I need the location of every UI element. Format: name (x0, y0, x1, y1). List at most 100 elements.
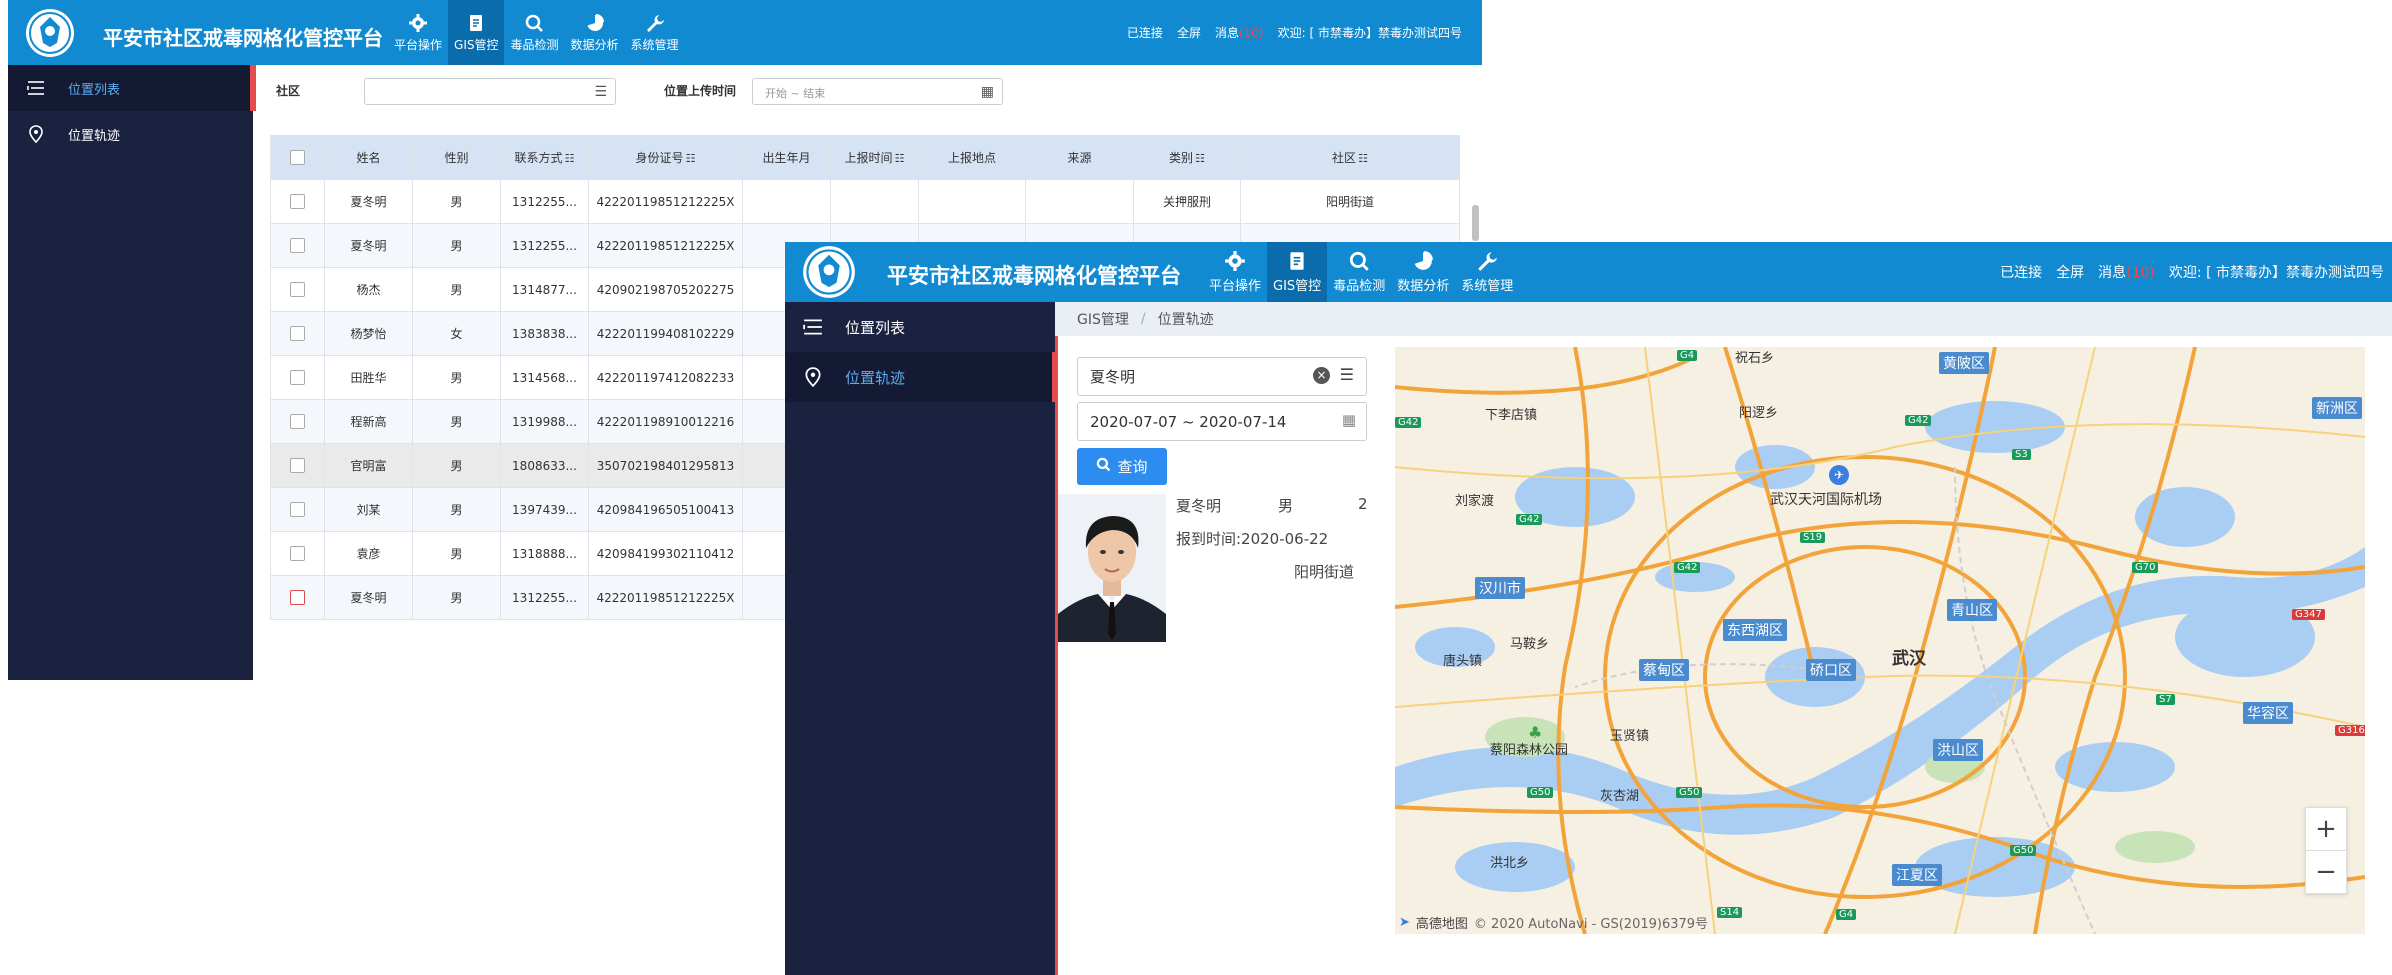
district-label[interactable]: 硚口区 (1806, 659, 1856, 681)
column-header[interactable]: 性别 (412, 135, 501, 180)
nav-drug-testing[interactable]: 毒品检测 (504, 0, 564, 65)
district-label[interactable]: 洪山区 (1933, 739, 1983, 761)
sidebar-item-location-track[interactable]: 位置轨迹 (8, 111, 253, 157)
nav-system-management[interactable]: 系统管理 (1455, 242, 1519, 302)
nav-gis-control[interactable]: GIS管控 (1267, 242, 1328, 302)
row-checkbox[interactable] (290, 414, 305, 429)
district-label[interactable]: 蔡甸区 (1639, 659, 1689, 681)
road-shield: S19 (1800, 532, 1826, 543)
column-header[interactable]: 来源 (1025, 135, 1134, 180)
menu-icon[interactable]: ☰ (1340, 365, 1354, 384)
clear-icon[interactable]: × (1313, 367, 1330, 384)
column-header[interactable]: 社区 ☷ (1240, 135, 1460, 180)
row-select-cell (270, 179, 325, 224)
upload-time-range-input[interactable]: 开始 ~ 结束 ▦ (752, 78, 1003, 105)
table-row[interactable]: 夏冬明男 1312255... 42220119851212225X 关押服刑 阳明街道 (270, 179, 1460, 224)
road-shield: G4 (1836, 909, 1857, 920)
sort-icon[interactable]: ☷ (565, 152, 575, 165)
query-button[interactable]: 查询 (1077, 448, 1167, 485)
column-header[interactable]: 出生年月 (742, 135, 831, 180)
person-search-input[interactable]: 夏冬明 × ☰ (1077, 357, 1367, 396)
message-count: (10) (1238, 26, 1264, 40)
district-label[interactable]: 新洲区 (2312, 397, 2362, 419)
sidebar-item-location-list[interactable]: 位置列表 (8, 65, 253, 111)
nav-label: GIS管控 (1273, 279, 1322, 294)
upload-time-placeholder: 开始 ~ 结束 (765, 87, 826, 100)
district-label[interactable]: 东西湖区 (1723, 619, 1787, 641)
table-cell-id: 422201197412082233 (588, 355, 743, 400)
district-label[interactable]: 华容区 (2243, 702, 2293, 724)
column-header-label: 联系方式 (514, 151, 563, 165)
road-shield: S7 (2156, 694, 2175, 705)
table-cell-phone: 1808633... (500, 443, 589, 488)
top-nav-bar: 平安市社区戒毒网格化管控平台 平台操作 GIS管控 毒品检测 数据分析 系统管理 (8, 0, 1482, 65)
nav-system-management[interactable]: 系统管理 (625, 0, 685, 65)
nav-label: 系统管理 (630, 37, 679, 52)
sort-icon[interactable]: ☷ (1358, 152, 1368, 165)
row-checkbox[interactable] (290, 370, 305, 385)
table-scrollbar[interactable] (1472, 205, 1479, 241)
district-label[interactable]: 黄陂区 (1939, 352, 1989, 374)
nav-data-analysis[interactable]: 数据分析 (1391, 242, 1455, 302)
row-select-cell (270, 399, 325, 444)
row-checkbox[interactable] (290, 238, 305, 253)
nav-gis-control[interactable]: GIS管控 (448, 0, 505, 65)
fullscreen-link[interactable]: 全屏 (1177, 24, 1201, 41)
nav-data-analysis[interactable]: 数据分析 (565, 0, 625, 65)
messages-link[interactable]: 消息(10) (2098, 262, 2155, 282)
column-header[interactable]: 联系方式 ☷ (500, 135, 589, 180)
calendar-icon: ▦ (980, 83, 994, 100)
community-select[interactable]: ☰ (364, 78, 616, 105)
sidebar-item-location-track[interactable]: 位置轨迹 (785, 352, 1055, 402)
district-label[interactable]: 汉川市 (1475, 577, 1525, 599)
district-label[interactable]: 青山区 (1947, 599, 1997, 621)
row-checkbox[interactable] (290, 458, 305, 473)
sort-icon[interactable]: ☷ (686, 152, 696, 165)
fullscreen-link[interactable]: 全屏 (2056, 262, 2084, 282)
location-track-window: 平安市社区戒毒网格化管控平台 平台操作 GIS管控 毒品检测 数据分析 系统管理 (785, 242, 2392, 975)
person-record-count: 2 (1358, 495, 1368, 513)
table-cell-phone: 1312255... (500, 575, 589, 620)
nav-platform-ops[interactable]: 平台操作 (1203, 242, 1267, 302)
messages-link[interactable]: 消息(10) (1215, 24, 1264, 41)
map-label: 洪北乡 (1490, 856, 1530, 871)
row-checkbox[interactable] (290, 194, 305, 209)
district-label[interactable]: 江夏区 (1892, 864, 1942, 886)
road-shield: G4 (1677, 350, 1698, 361)
select-all-checkbox[interactable] (290, 150, 305, 165)
map-view[interactable]: 下李店镇 阳逻乡 祝石乡 刘家渡 武汉天河国际机场 马鞍乡 唐头镇 玉贤镇 蔡阳… (1395, 347, 2365, 934)
date-range-input[interactable]: 2020-07-07 ~ 2020-07-14 ▦ (1077, 402, 1367, 441)
nav-drug-testing[interactable]: 毒品检测 (1327, 242, 1391, 302)
pie-chart-icon (587, 13, 604, 31)
road-shield: S14 (1717, 907, 1743, 918)
sidebar-item-label: 位置列表 (845, 318, 906, 337)
nav-label: GIS管控 (454, 37, 499, 52)
column-header[interactable]: 类别 ☷ (1133, 135, 1241, 180)
zoom-out-button[interactable]: − (2306, 850, 2346, 893)
row-checkbox[interactable] (290, 590, 305, 605)
row-checkbox[interactable] (290, 546, 305, 561)
column-header[interactable]: 身份证号 ☷ (588, 135, 743, 180)
column-header[interactable]: 上报时间 ☷ (830, 135, 919, 180)
table-cell-phone: 1312255... (500, 223, 589, 268)
row-checkbox[interactable] (290, 282, 305, 297)
nav-label: 毒品检测 (1333, 279, 1386, 294)
nav-platform-ops[interactable]: 平台操作 (388, 0, 448, 65)
table-cell-source (1025, 179, 1134, 224)
breadcrumb-item[interactable]: GIS管理 (1077, 309, 1129, 329)
upload-time-label: 位置上传时间 (664, 84, 737, 98)
connection-status: 已连接 (1126, 26, 1163, 40)
nav-label: 平台操作 (1209, 279, 1262, 294)
row-checkbox[interactable] (290, 326, 305, 341)
map-label: 刘家渡 (1455, 494, 1495, 509)
column-header[interactable]: 上报地点 (918, 135, 1026, 180)
sort-icon[interactable]: ☷ (1195, 152, 1205, 165)
row-checkbox[interactable] (290, 502, 305, 517)
sort-icon[interactable]: ☷ (895, 152, 905, 165)
location-pin-icon (24, 125, 48, 143)
column-header[interactable]: 姓名 (324, 135, 413, 180)
table-cell-phone: 1397439... (500, 487, 589, 532)
sidebar-item-location-list[interactable]: 位置列表 (785, 302, 1055, 352)
zoom-in-button[interactable]: + (2306, 808, 2346, 850)
road-shield: S3 (2012, 449, 2031, 460)
